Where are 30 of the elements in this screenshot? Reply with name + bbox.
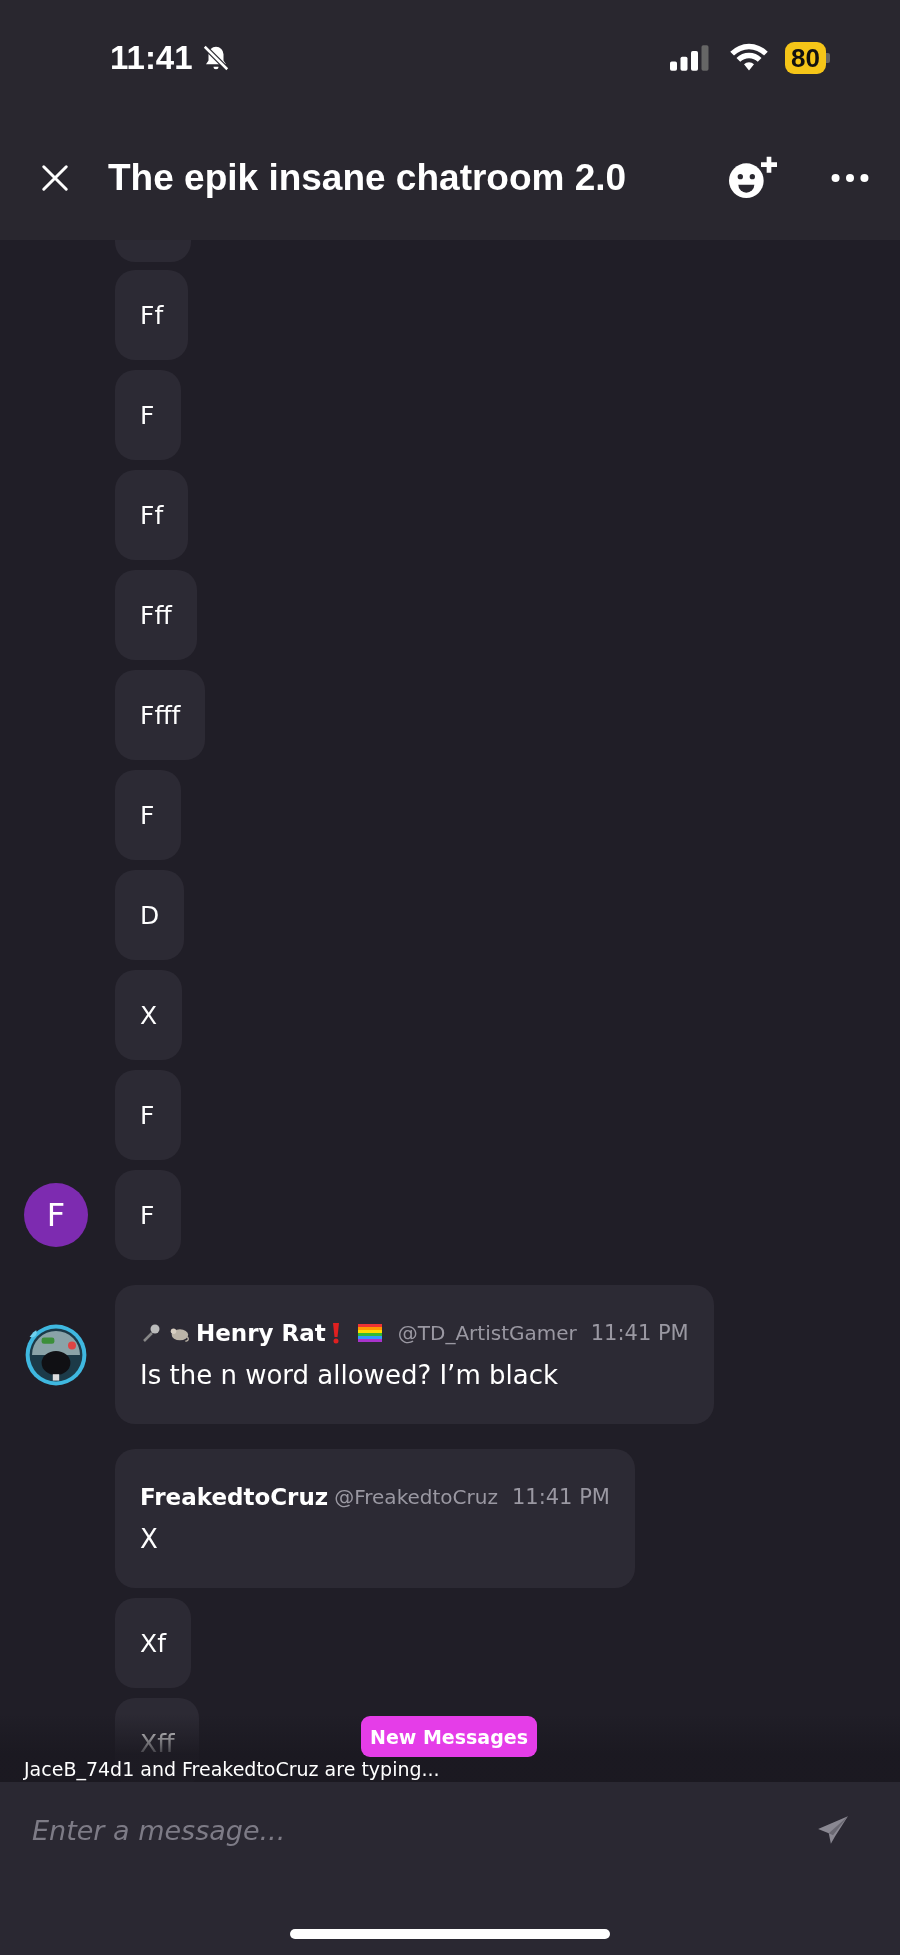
message-bubble: Ff (115, 470, 189, 560)
message-bubble: D (115, 870, 185, 960)
close-icon[interactable] (40, 162, 70, 193)
avatar[interactable]: F (24, 1183, 88, 1247)
message-bubble: F (115, 770, 181, 860)
author-name[interactable]: FreakedtoCruz (140, 1483, 329, 1510)
message-text: X (140, 1523, 158, 1554)
flag-icon (357, 1323, 382, 1342)
author-name[interactable]: Henry Rat (196, 1319, 326, 1346)
message-time: 11:41 PM (590, 1320, 689, 1345)
exclamation-icon (331, 1321, 340, 1344)
message-bubble: Ffff (115, 670, 206, 760)
wifi-icon (729, 42, 770, 73)
message-bubble: X (115, 970, 183, 1060)
more-icon[interactable] (830, 171, 870, 184)
message-bubble: F (115, 1070, 181, 1160)
message-input[interactable]: Enter a message... (32, 1810, 816, 1850)
message-bar[interactable]: Enter a message... (0, 1782, 900, 1955)
author-handle: @TD_ArtistGamer (397, 1320, 577, 1345)
message-text: Is the n word allowed? I’m black (140, 1359, 558, 1390)
message-bubble: F (115, 1170, 181, 1260)
chat-title: The epik insane chatroom 2.0 (108, 156, 628, 199)
message-time: 11:41 PM (511, 1484, 610, 1509)
author-handle: @FreakedtoCruz (334, 1484, 498, 1509)
typing-indicator: JaceB_74d1 and FreakedtoCruz are typing... (24, 1758, 440, 1780)
status-time: 11:41 (110, 38, 193, 77)
message-bubble: Fff (115, 570, 197, 660)
message-bubble: Xf (115, 1598, 191, 1688)
message-bubble: Ff (115, 270, 189, 360)
message-bubble: F (115, 370, 181, 460)
